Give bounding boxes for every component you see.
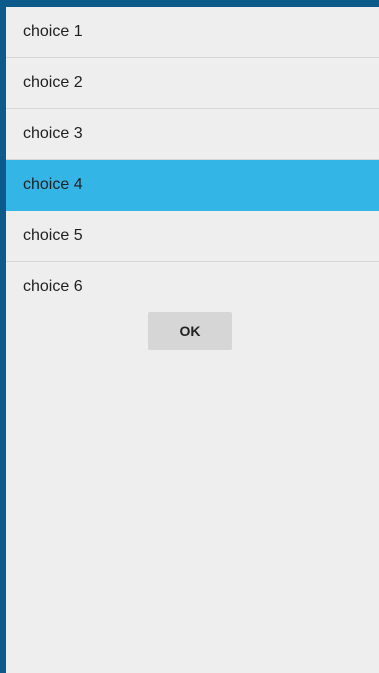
button-bar: OK (6, 312, 379, 350)
choice-list: choice 1 choice 2 choice 3 choice 4 choi… (6, 7, 379, 312)
list-item-selected[interactable]: choice 4 (6, 160, 379, 211)
ok-button[interactable]: OK (148, 312, 232, 350)
choice-dialog: choice 1 choice 2 choice 3 choice 4 choi… (6, 7, 379, 673)
list-item[interactable]: choice 3 (6, 109, 379, 160)
list-item[interactable]: choice 5 (6, 211, 379, 262)
list-item[interactable]: choice 6 (6, 262, 379, 312)
list-item[interactable]: choice 1 (6, 7, 379, 58)
list-item[interactable]: choice 2 (6, 58, 379, 109)
